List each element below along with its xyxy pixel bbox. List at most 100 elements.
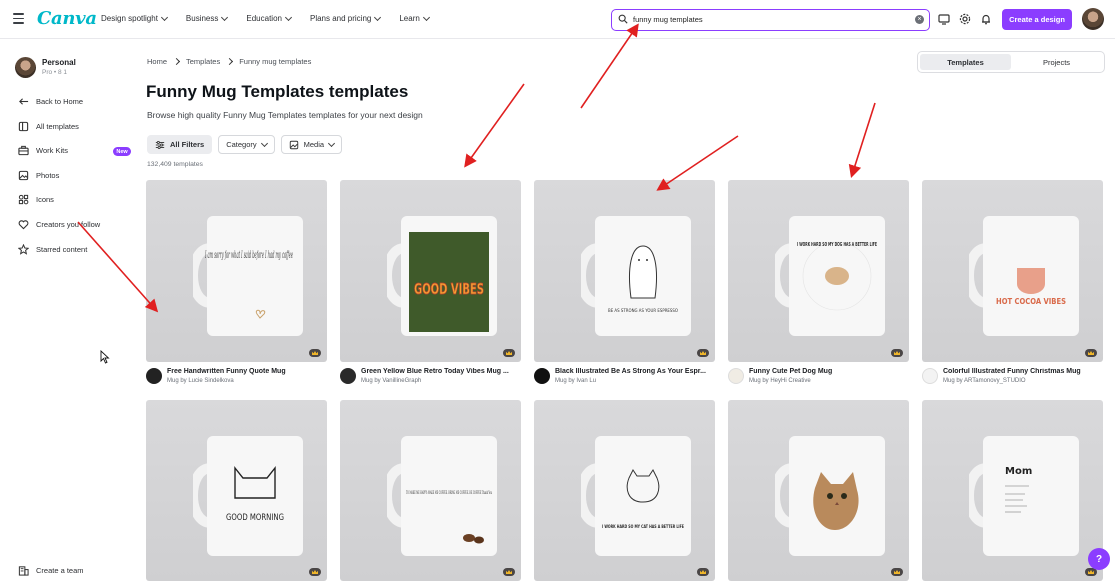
pro-crown-icon [1085, 349, 1097, 357]
template-title[interactable]: Colorful Illustrated Funny Christmas Mug [943, 368, 1101, 375]
mug-image: BE AS STRONG AS YOUR ESPRESSO [581, 216, 691, 336]
menu-icon[interactable] [13, 13, 24, 25]
template-title[interactable]: Free Handwritten Funny Quote Mug [167, 368, 325, 375]
nav-business[interactable]: Business [185, 13, 229, 23]
heart-icon [18, 220, 29, 230]
template-thumbnail[interactable]: Mom [922, 400, 1103, 581]
sidebar-item-all-templates[interactable]: All templates [18, 121, 79, 132]
canva-logo[interactable]: Canva [37, 8, 97, 29]
template-thumbnail[interactable]: HOT COCOA VIBES [922, 180, 1103, 362]
template-title[interactable]: Funny Cute Pet Dog Mug [749, 368, 907, 375]
mug-art-text: BE AS STRONG AS YOUR ESPRESSO [608, 308, 679, 313]
mug-art-text: HOT COCOA VIBES [996, 297, 1066, 306]
filter-bar: All Filters Category Media [147, 135, 343, 154]
pro-crown-icon [697, 568, 709, 576]
view-toggle: Templates Projects [917, 51, 1105, 73]
sidebar-item-work-kits[interactable]: Work Kits [18, 145, 68, 156]
template-thumbnail[interactable]: I am sorry for what I said before I had … [146, 180, 327, 362]
creator-avatar [728, 368, 744, 384]
account-name[interactable]: Personal [42, 58, 76, 67]
annotation-arrow [848, 102, 876, 179]
annotation-arrow [464, 83, 525, 168]
all-filters-button[interactable]: All Filters [147, 135, 213, 154]
template-author[interactable]: Mug by Lucie Sindelkova [167, 378, 234, 384]
sidebar-item-photos[interactable]: Photos [18, 170, 59, 181]
nav-learn[interactable]: Learn [399, 13, 430, 23]
mug-art-text: I am sorry for what I said before I had … [205, 250, 293, 261]
chevron-right-icon [226, 57, 234, 66]
breadcrumb-templates[interactable]: Templates [186, 57, 220, 66]
template-author[interactable]: Mug by HeyHi Creative [749, 378, 811, 384]
breadcrumb-home[interactable]: Home [147, 57, 167, 66]
top-icons [938, 13, 992, 25]
mug-image [775, 436, 885, 556]
chevron-down-icon [284, 13, 293, 21]
bell-icon[interactable] [980, 13, 992, 25]
avatar[interactable] [1082, 8, 1104, 30]
create-team-button[interactable]: Create a team [18, 565, 84, 576]
create-design-button[interactable]: Create a design [1002, 9, 1072, 30]
sidebar-item-starred[interactable]: Starred content [18, 244, 87, 255]
pro-crown-icon [309, 568, 321, 576]
nav-label: Business [185, 14, 219, 23]
briefcase-icon [18, 145, 29, 156]
sidebar-item-back-home[interactable]: Back to Home [18, 96, 83, 107]
sidebar-item-creators[interactable]: Creators you follow [18, 219, 100, 230]
nav-design-spotlight[interactable]: Design spotlight [101, 13, 168, 23]
building-icon [18, 566, 29, 576]
gear-icon[interactable] [959, 13, 971, 25]
template-thumbnail[interactable] [728, 400, 909, 581]
account-avatar[interactable] [15, 57, 36, 78]
creator-avatar [534, 368, 550, 384]
pro-crown-icon [697, 349, 709, 357]
chevron-down-icon [160, 13, 168, 21]
chevron-right-icon [172, 57, 181, 66]
sliders-icon [155, 140, 165, 149]
category-dropdown[interactable]: Category [218, 135, 275, 154]
template-thumbnail[interactable]: I WORK HARD SO MY CAT HAS A BETTER LIFE [534, 400, 715, 581]
back-arrow-icon [19, 98, 29, 105]
creator-avatar [922, 368, 938, 384]
search-input[interactable] [633, 13, 913, 26]
nav-education[interactable]: Education [246, 13, 293, 23]
nav-label: Education [246, 14, 282, 23]
nav-plans-pricing[interactable]: Plans and pricing [309, 13, 382, 23]
top-bar: Canva Design spotlight Business Educatio… [0, 0, 1115, 39]
clear-search-icon[interactable]: × [915, 15, 924, 24]
breadcrumb-current: Funny mug templates [239, 57, 312, 66]
template-thumbnail[interactable]: GOOD MORNING [146, 400, 327, 581]
template-thumbnail[interactable]: TO MAKE ME HAPPY: MAKE ME COFFEE. BRING … [340, 400, 521, 581]
media-dropdown[interactable]: Media [280, 135, 343, 154]
mug-art-text: TO MAKE ME HAPPY: MAKE ME COFFEE. BRING … [406, 490, 492, 496]
template-title[interactable]: Black Illustrated Be As Strong As Your E… [555, 368, 713, 375]
mug-image: HOT COCOA VIBES [969, 216, 1079, 336]
sidebar: Personal Pro • 8 1 Back to Home All temp… [0, 40, 140, 581]
mug-image: I WORK HARD SO MY DOG HAS A BETTER LIFE [775, 216, 885, 336]
tab-templates[interactable]: Templates [920, 54, 1011, 70]
sidebar-item-label: Creators you follow [36, 220, 101, 229]
sidebar-item-icons[interactable]: Icons [18, 194, 54, 205]
sidebar-item-label: Starred content [36, 245, 88, 254]
template-thumbnail[interactable]: BE AS STRONG AS YOUR ESPRESSO [534, 180, 715, 362]
mug-image: TO MAKE ME HAPPY: MAKE ME COFFEE. BRING … [387, 436, 497, 556]
account-subtitle: Pro • 8 1 [42, 69, 68, 76]
mug-art-text: I WORK HARD SO MY CAT HAS A BETTER LIFE [602, 524, 684, 530]
nav-label: Plans and pricing [309, 14, 372, 23]
tab-projects[interactable]: Projects [1011, 54, 1102, 70]
template-title[interactable]: Green Yellow Blue Retro Today Vibes Mug … [361, 368, 519, 375]
template-author[interactable]: Mug by Ivan Lu [555, 378, 596, 384]
sidebar-item-label: Icons [36, 195, 54, 204]
template-author[interactable]: Mug by VanillineGraph [361, 378, 421, 384]
chevron-down-icon [422, 13, 430, 21]
creator-avatar [340, 368, 356, 384]
mug-art-text: Mom [1005, 466, 1032, 477]
template-thumbnail[interactable]: I WORK HARD SO MY DOG HAS A BETTER LIFE [728, 180, 909, 362]
template-author[interactable]: Mug by ARTamonovy_STUDIO [943, 378, 1026, 384]
chevron-down-icon [374, 13, 382, 21]
search-bar[interactable]: × [611, 9, 930, 31]
nav-label: Learn [399, 14, 420, 23]
all-filters-label: All Filters [170, 140, 205, 149]
desktop-icon[interactable] [938, 13, 950, 25]
template-thumbnail[interactable]: GOOD VIBES [340, 180, 521, 362]
help-button[interactable]: ? [1088, 548, 1110, 570]
